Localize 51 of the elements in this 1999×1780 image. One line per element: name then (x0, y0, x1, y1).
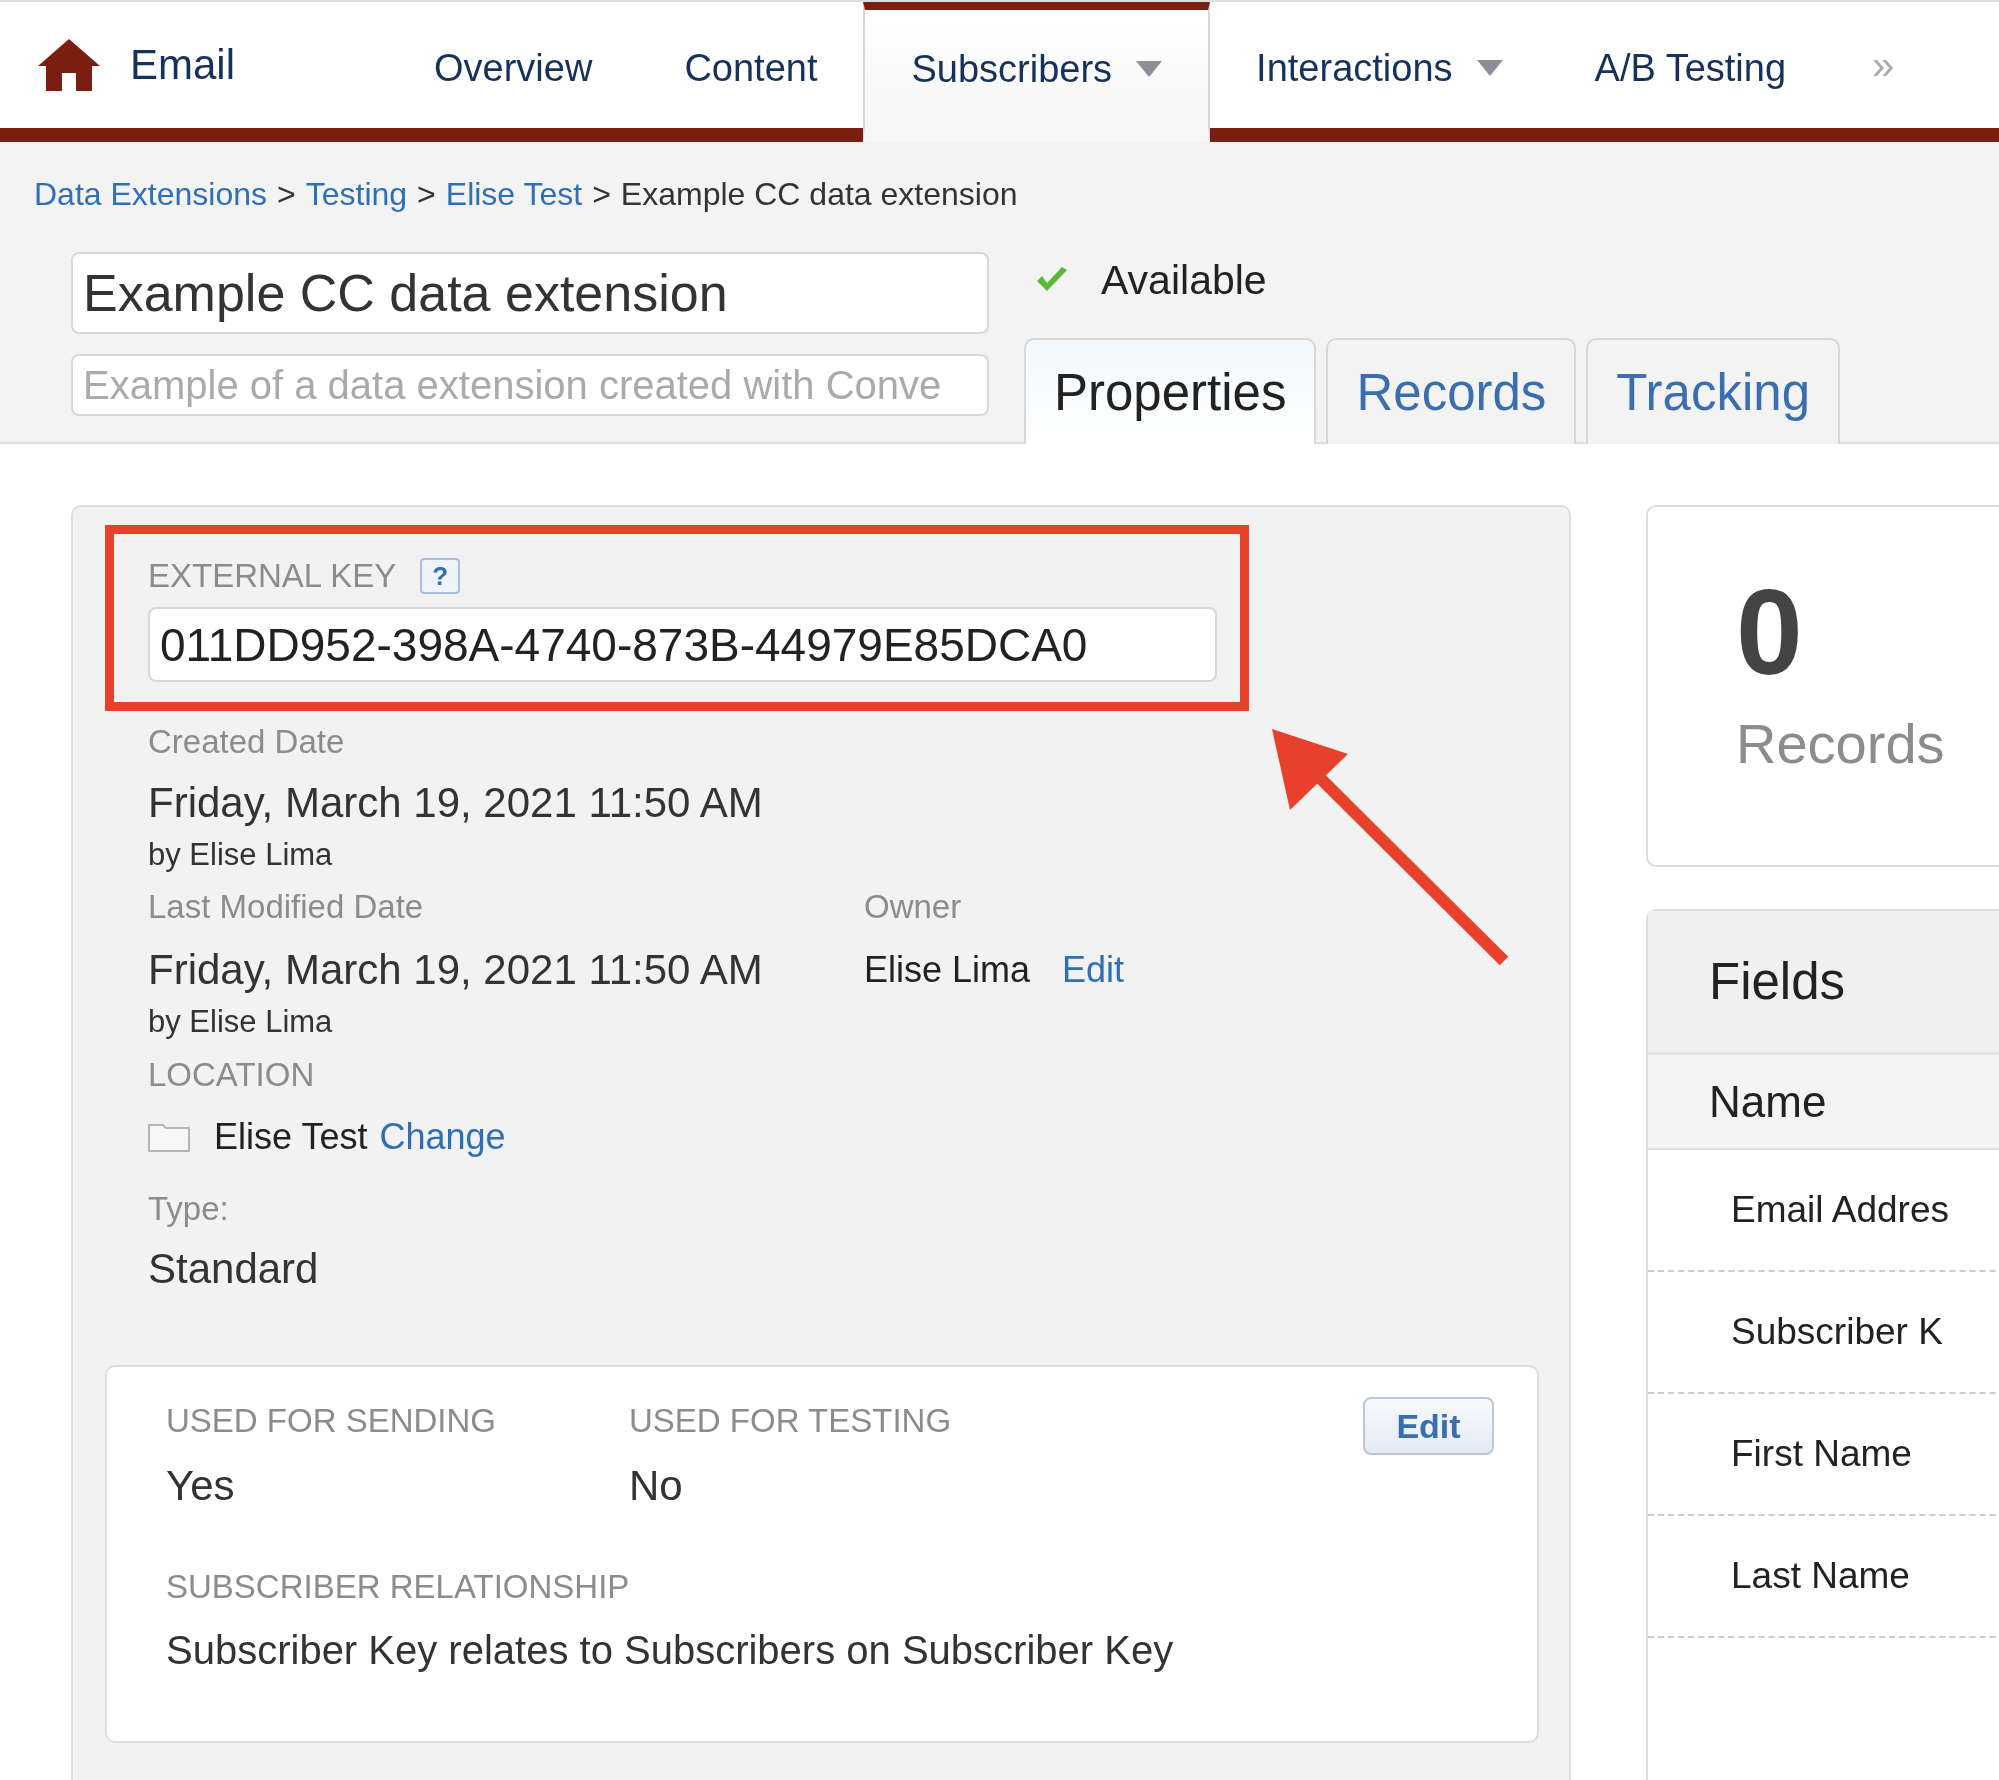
folder-name: Elise Test (214, 1116, 368, 1158)
status-text: Available (1101, 256, 1267, 304)
external-key-field[interactable]: 011DD952-398A-4740-873B-44979E85DCA0 (148, 607, 1217, 682)
field-label: SUBSCRIBER RELATIONSHIP (166, 1567, 631, 1607)
relationship-text: Subscriber Key relates to Subscribers on Subscriber Key (166, 1627, 1175, 1674)
type-value: Standard (148, 1244, 320, 1294)
field-label: Type: (148, 1189, 230, 1229)
sending-value: Yes (166, 1461, 236, 1511)
created-by: by Elise Lima (148, 836, 334, 874)
tab[interactable]: Tracking (1586, 338, 1841, 444)
table-cell: First Name (1648, 1394, 1999, 1516)
field-label: Last Modified Date (148, 887, 425, 927)
breadcrumb-link[interactable]: Elise Test (445, 176, 583, 212)
breadcrumb-link[interactable]: Testing (305, 176, 408, 212)
folder-icon (148, 1122, 190, 1152)
change-link[interactable]: Change (379, 1116, 506, 1158)
modified-by: by Elise Lima (148, 1003, 334, 1041)
caret-icon (1136, 61, 1163, 77)
field-label: EXTERNAL KEY (148, 556, 397, 596)
breadcrumb-link[interactable]: Data Extensions (34, 176, 267, 212)
breadcrumb-separator: > (417, 176, 436, 212)
caret-icon (1476, 60, 1503, 76)
check-icon (1035, 267, 1069, 293)
app-title: Email (130, 41, 236, 89)
fields-title: Fields (1709, 952, 1846, 1011)
nav-tab[interactable]: Subscribers (863, 2, 1211, 142)
edit-button[interactable]: Edit (1363, 1397, 1494, 1455)
column-header: Name (1648, 1055, 1999, 1150)
table-cell: Email Addres (1648, 1150, 1999, 1272)
field-label: USED FOR TESTING (629, 1401, 953, 1441)
created-date: Friday, March 19, 2021 11:50 AM (148, 778, 764, 828)
field-label: Owner (864, 887, 963, 927)
table-cell: Subscriber K (1648, 1272, 1999, 1394)
table-cell: Last Name (1648, 1516, 1999, 1638)
breadcrumb-current: Example CC data extension (620, 176, 1018, 212)
breadcrumb-separator: > (592, 176, 611, 212)
record-count: 0 (1736, 567, 1804, 697)
field-label: USED FOR SENDING (166, 1401, 498, 1441)
testing-value: No (629, 1461, 684, 1511)
modified-date: Friday, March 19, 2021 11:50 AM (148, 945, 764, 995)
name-field[interactable]: Example CC data extension (71, 252, 989, 334)
home-icon[interactable] (38, 39, 100, 91)
breadcrumb-separator: > (277, 176, 296, 212)
edit-link[interactable]: Edit (1062, 949, 1125, 991)
field-label: LOCATION (148, 1055, 316, 1095)
help-button[interactable]: ? (420, 558, 461, 594)
record-count-label: Records (1736, 711, 1946, 777)
field-label: Created Date (148, 722, 346, 762)
tab[interactable]: Properties (1024, 338, 1317, 444)
tab[interactable]: Records (1326, 338, 1577, 444)
owner-name: Elise Lima (864, 949, 1031, 991)
